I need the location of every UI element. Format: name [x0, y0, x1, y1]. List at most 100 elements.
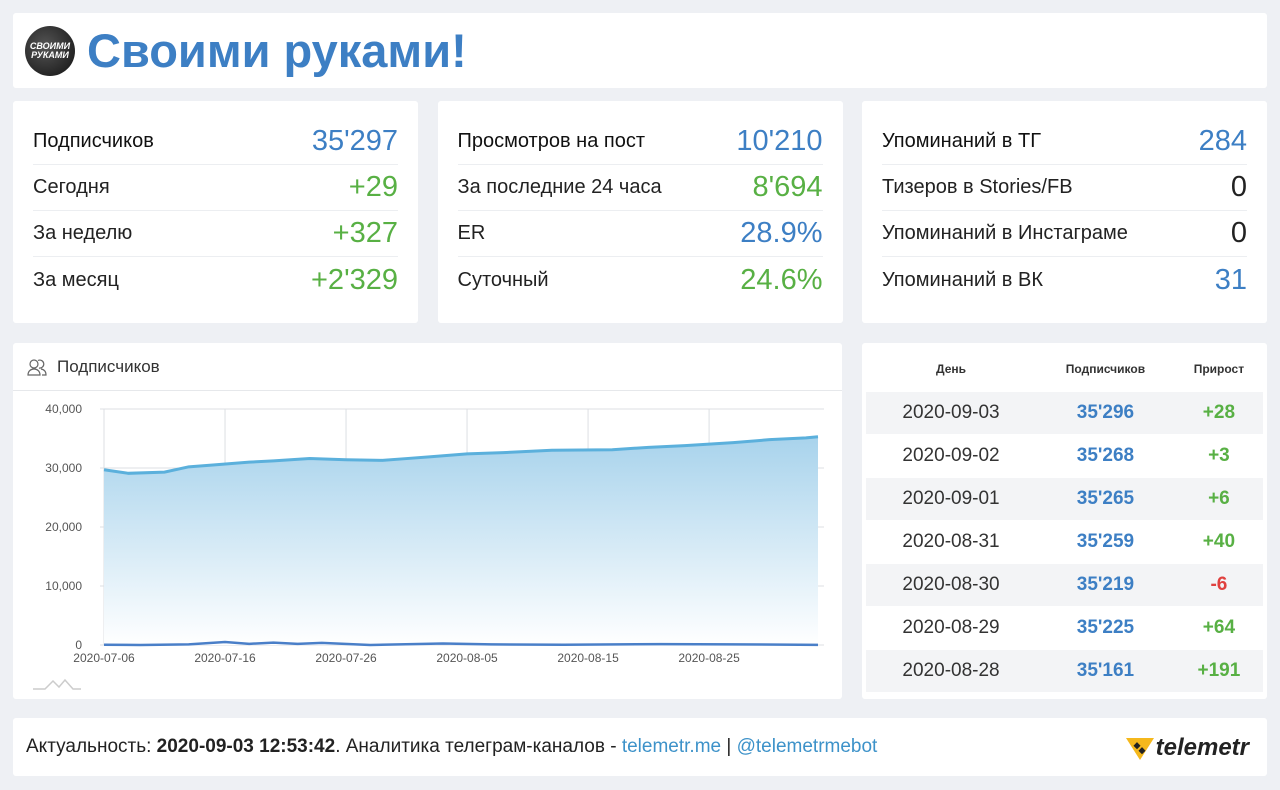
- subscribers-cell: 35'265: [1036, 476, 1175, 520]
- subscribers-chart-card: Подписчиков 40,000 30,000 20,000 10,000 0 202…: [13, 343, 842, 699]
- footer-prefix: Актуальность:: [26, 736, 157, 757]
- table-row: 2020-09-03 35'296 +28: [866, 390, 1263, 434]
- date-cell: 2020-08-29: [866, 605, 1037, 649]
- telemetr-link[interactable]: telemetr.me: [622, 736, 721, 758]
- growth-cell: +40: [1174, 519, 1263, 563]
- growth-cell: +6: [1174, 476, 1263, 520]
- stat-row: ER 28.9%: [457, 211, 823, 257]
- stat-row: Тизеров в Stories/FB 0: [882, 165, 1247, 211]
- chart-header: Подписчиков: [13, 343, 842, 391]
- subscribers-cell: 35'219: [1036, 562, 1175, 606]
- table-row: 2020-08-30 35'219 -6: [866, 562, 1263, 606]
- x-tick-label: 2020-07-16: [194, 651, 256, 665]
- daily-table-card: День Подписчиков Прирост 2020-09-03 35'296 +2…: [862, 343, 1267, 699]
- area-fill: [104, 436, 818, 645]
- growth-cell: -6: [1174, 562, 1263, 606]
- date-cell: 2020-08-28: [866, 648, 1037, 692]
- stat-row: Сегодня +29: [33, 165, 398, 211]
- stat-value: +327: [332, 217, 398, 249]
- growth-cell: +64: [1174, 605, 1263, 649]
- date-cell: 2020-08-30: [866, 562, 1037, 606]
- stat-label: Сегодня: [33, 176, 110, 198]
- date-cell: 2020-09-02: [866, 433, 1037, 477]
- stat-row: За месяц +2'329: [33, 257, 398, 303]
- stat-label: Тизеров в Stories/FB: [882, 176, 1073, 198]
- x-tick-label: 2020-07-06: [73, 651, 135, 665]
- stat-row: Суточный 24.6%: [458, 257, 823, 303]
- stat-row: Упоминаний в ВК 31: [882, 257, 1247, 303]
- stat-value: +29: [348, 171, 398, 203]
- stat-value: 31: [1214, 263, 1247, 296]
- header: СВОИМИ РУКАМИ Своими руками!: [13, 13, 1267, 88]
- stat-label: За месяц: [33, 268, 119, 291]
- stat-row: За неделю +327: [33, 211, 398, 257]
- stat-value: +2'329: [311, 263, 398, 296]
- stats-card: Просмотров на пост 10'210 За последние 24 …: [437, 101, 843, 323]
- stat-value: 28.9%: [740, 217, 823, 249]
- footer: Актуальность: 2020-09-03 12:53:42. Анали…: [13, 718, 1267, 776]
- stat-value: 10'210: [736, 125, 823, 157]
- column-header: Подписчиков: [1065, 361, 1146, 376]
- stat-value: 0: [1230, 171, 1247, 203]
- range-navigator-icon[interactable]: [33, 678, 81, 690]
- stat-value: 24.6%: [740, 263, 823, 296]
- date-cell: 2020-09-03: [866, 390, 1037, 434]
- stat-label: Подписчиков: [33, 130, 154, 152]
- table-row: 2020-08-29 35'225 +64: [866, 605, 1263, 649]
- stat-row: Подписчиков 35'297: [33, 119, 398, 165]
- daily-table: День Подписчиков Прирост 2020-09-03 35'296 +2…: [866, 347, 1263, 692]
- stat-row: За последние 24 часа 8'694: [457, 165, 823, 211]
- telemetr-bot-link[interactable]: @telemetrmebot: [737, 736, 878, 758]
- table-row: 2020-09-01 35'265 +6: [866, 476, 1263, 520]
- stat-label: Суточный: [457, 268, 549, 291]
- x-tick-label: 2020-08-25: [678, 651, 740, 665]
- stat-value: 8'694: [752, 171, 823, 203]
- stat-value: 284: [1198, 125, 1247, 157]
- channel-avatar: СВОИМИ РУКАМИ: [25, 25, 75, 76]
- stat-label: За неделю: [33, 222, 133, 244]
- telemetr-logo-icon: [1125, 738, 1154, 760]
- table-row: 2020-08-31 35'259 +40: [866, 519, 1263, 563]
- stat-label: Просмотров на пост: [457, 130, 645, 152]
- column-header: Прирост: [1193, 361, 1245, 376]
- y-tick-label: 40,000: [45, 402, 82, 416]
- growth-cell: +191: [1174, 648, 1263, 692]
- timestamp: 2020-09-03 12:53:42: [156, 736, 336, 757]
- y-tick-label: 20,000: [45, 520, 82, 534]
- stat-row: Просмотров на пост 10'210: [457, 119, 823, 165]
- footer-text: . Аналитика телеграм-каналов -: [335, 736, 622, 757]
- subscribers-cell: 35'296: [1036, 390, 1175, 434]
- stats-card: Упоминаний в ТГ 284 Тизеров в Stories/FB 0 У…: [862, 101, 1267, 323]
- stat-label: ER: [457, 222, 486, 244]
- stat-label: Упоминаний в ВК: [882, 268, 1043, 291]
- x-tick-label: 2020-08-05: [436, 651, 498, 665]
- growth-cell: +28: [1174, 390, 1263, 434]
- subscribers-cell: 35'268: [1036, 433, 1175, 477]
- column-header: День: [936, 361, 967, 376]
- stat-value: 0: [1230, 217, 1247, 249]
- subscribers-cell: 35'161: [1036, 648, 1175, 692]
- growth-cell: +3: [1174, 433, 1263, 477]
- y-tick-label: 10,000: [45, 579, 82, 593]
- page-title: Своими руками!: [87, 24, 467, 77]
- logo-text: telemetr: [1155, 734, 1249, 761]
- stats-card: Подписчиков 35'297 Сегодня +29 За неделю +327…: [13, 101, 418, 323]
- stat-row: Упоминаний в Инстаграме 0: [882, 211, 1247, 257]
- chart-title: Подписчиков: [57, 356, 160, 376]
- y-tick-label: 30,000: [45, 461, 82, 475]
- x-tick-label: 2020-08-15: [557, 651, 619, 665]
- subscribers-chart: 40,000 30,000 20,000 10,000 02020-07-06 2020-…: [33, 402, 824, 690]
- stat-value: 35'297: [311, 125, 398, 157]
- telemetr-logo[interactable]: telemetr: [1125, 734, 1249, 762]
- stat-label: Упоминаний в ТГ: [882, 130, 1042, 152]
- date-cell: 2020-08-31: [866, 519, 1037, 563]
- avatar-text: СВОИМИ РУКАМИ: [29, 40, 71, 60]
- users-icon: [27, 358, 47, 376]
- date-cell: 2020-09-01: [866, 476, 1037, 520]
- x-tick-label: 2020-07-26: [315, 651, 377, 665]
- subscribers-cell: 35'259: [1036, 519, 1175, 563]
- table-row: 2020-09-02 35'268 +3: [866, 433, 1263, 477]
- separator: |: [721, 736, 737, 757]
- subscribers-cell: 35'225: [1036, 605, 1175, 649]
- stat-label: За последние 24 часа: [457, 176, 662, 198]
